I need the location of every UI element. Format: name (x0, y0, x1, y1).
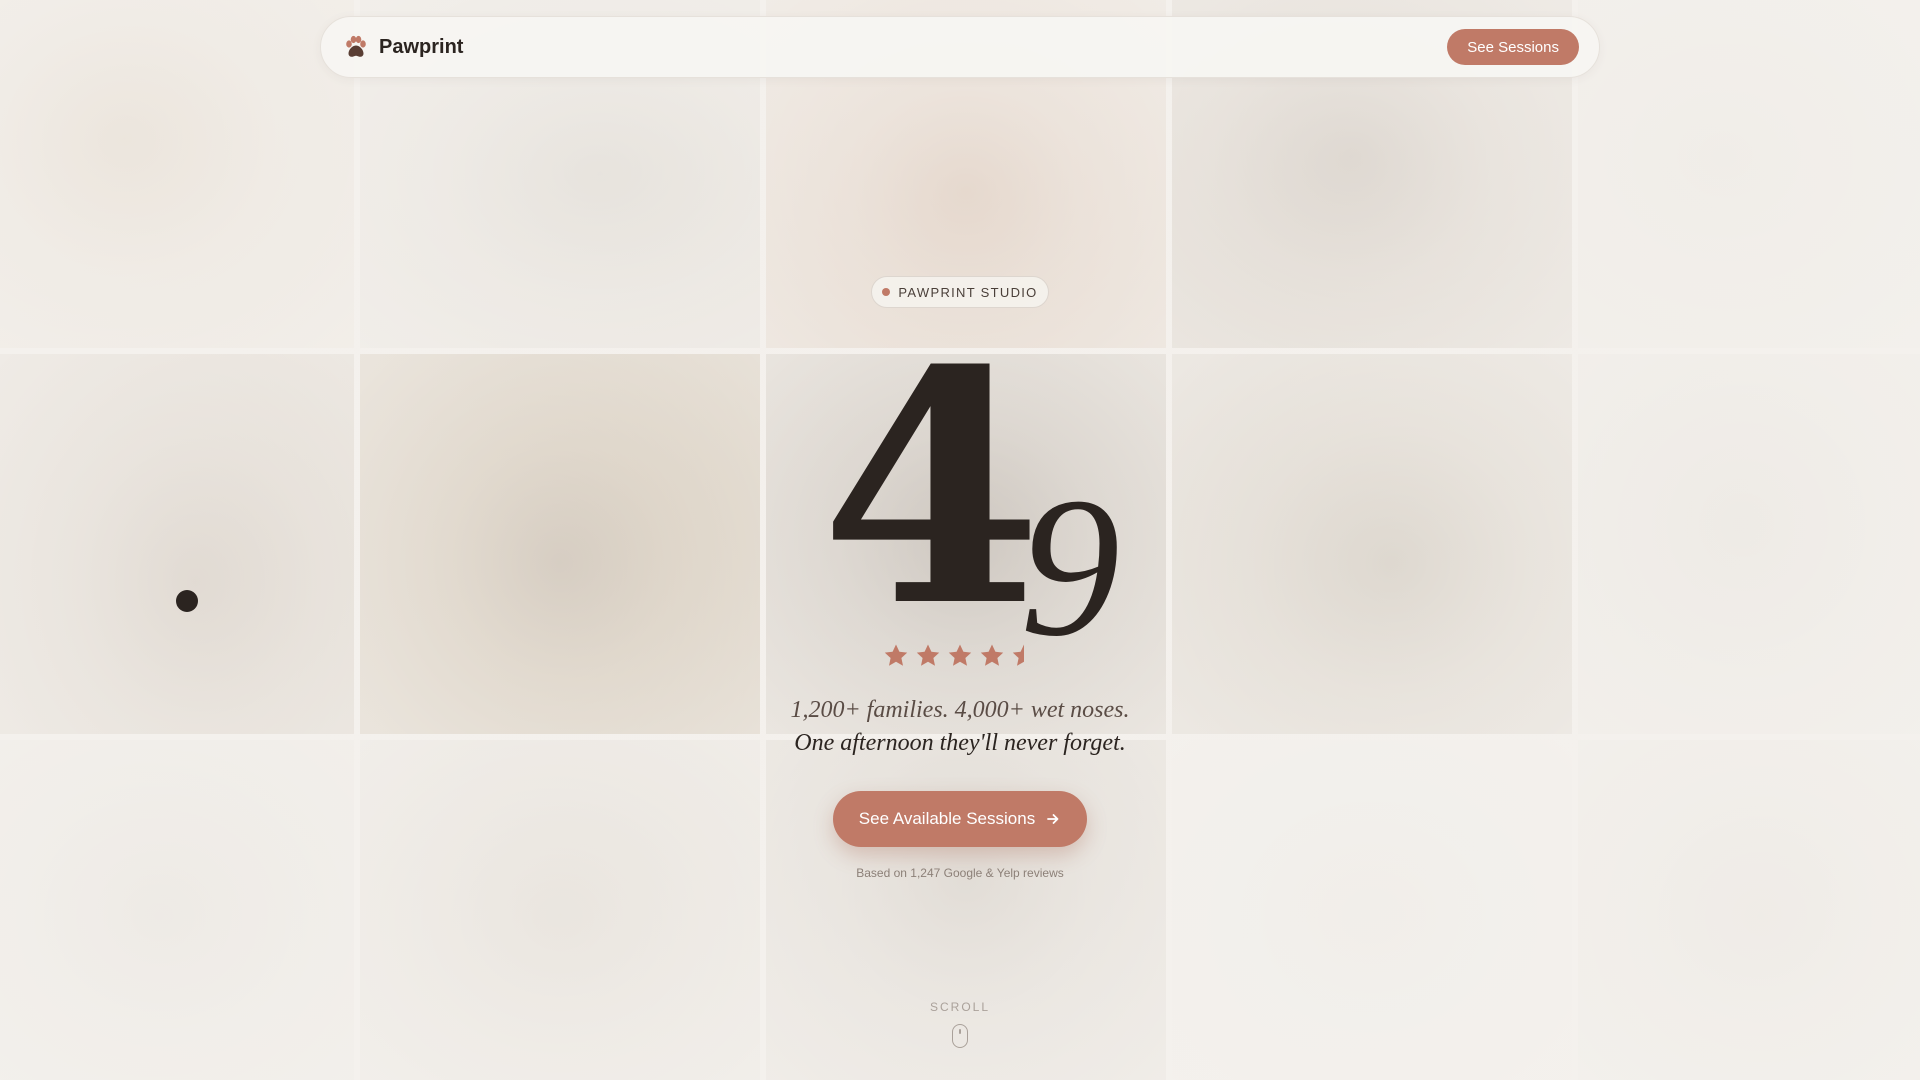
tagline: 1,200+ families. 4,000+ wet noses. One a… (660, 694, 1260, 760)
star-full-icon (978, 642, 1006, 670)
background-photo (1172, 740, 1572, 1080)
badge-dot (882, 288, 891, 296)
brand[interactable]: Pawprint (343, 34, 463, 60)
star-rating (882, 642, 1038, 670)
background-photo (1578, 354, 1920, 734)
see-sessions-button[interactable]: See Sessions (1447, 29, 1579, 65)
rating-decimal: 9 (1020, 457, 1120, 678)
background-photo (360, 354, 760, 734)
background-photo (1172, 354, 1572, 734)
star-half-icon (1010, 642, 1038, 670)
background-photo (0, 354, 354, 734)
star-full-icon (914, 642, 942, 670)
scroll-label: SCROLL (929, 1000, 991, 1014)
background-photo (360, 740, 760, 1080)
rating-integer: 4 (820, 302, 1043, 677)
background-photo (0, 0, 354, 348)
rating-decimal-point (176, 590, 198, 612)
mouse-wheel (959, 1029, 961, 1034)
cta-label: See Available Sessions (858, 809, 1036, 828)
brand-name: Pawprint (379, 35, 464, 58)
star-full-icon (946, 642, 974, 670)
background-photo (1578, 0, 1920, 348)
badge-label: PAWPRINT STUDIO (898, 284, 1038, 300)
tagline-line-2: One afternoon they'll never forget. (794, 730, 1126, 756)
reviews-note: Based on 1,247 Google & Yelp reviews (856, 866, 1064, 880)
background-photo (1578, 740, 1920, 1080)
arrow-right-icon (1045, 811, 1061, 827)
tagline-line-1: 1,200+ families. 4,000+ wet noses. (790, 697, 1130, 723)
background-photo (0, 740, 354, 1080)
top-navigation: Pawprint See Sessions (320, 16, 1600, 78)
paw-icon (343, 34, 369, 60)
star-full-icon (882, 642, 910, 670)
see-available-sessions-button[interactable]: See Available Sessions (833, 791, 1087, 847)
mouse-icon[interactable] (952, 1024, 968, 1048)
